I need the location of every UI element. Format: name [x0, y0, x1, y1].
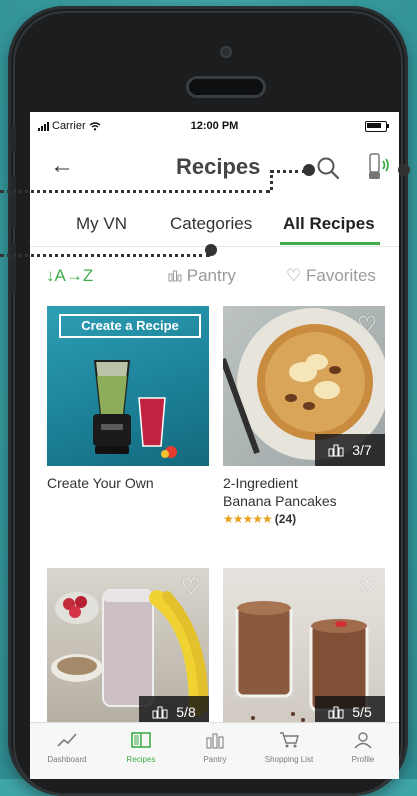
smoothie-image: ♡ 5/8 [47, 568, 209, 728]
callout-line-search-vertical [270, 170, 273, 190]
tabbar-shopping-list[interactable]: Shopping List [252, 731, 326, 764]
ingredient-count: 3/7 [352, 442, 372, 458]
tabbar-pantry-label: Pantry [203, 755, 227, 764]
filter-bar: ↓A→Z Pantry ♡ Favorites [30, 260, 399, 290]
recipe-rating: ★★★★★ (24) [223, 512, 385, 526]
tabbar-dashboard[interactable]: Dashboard [30, 731, 104, 764]
search-icon[interactable] [316, 156, 340, 180]
create-recipe-caption: Create Your Own [47, 475, 154, 491]
recipe-title-line2: Banana Pancakes [223, 493, 337, 509]
callout-dot-search [303, 164, 315, 176]
battery-icon [365, 121, 389, 132]
rating-count: (24) [274, 512, 297, 526]
mute-switch [10, 126, 16, 152]
favorite-heart-icon[interactable]: ♡ [181, 574, 201, 600]
nav-header: ← Recipes [30, 142, 399, 186]
recipe-tabs: My VN Categories All Recipes [30, 208, 399, 247]
book-icon [131, 732, 151, 748]
blender-illustration [93, 360, 177, 458]
front-camera [220, 46, 232, 58]
recipe-title-line1: 2-Ingredient [223, 475, 298, 491]
callout-dot-categories [205, 244, 217, 256]
app-screen: Carrier 12:00 PM ← Recipes My VN Categor… [30, 112, 399, 779]
ingredient-count-badge: 3/7 [315, 434, 385, 466]
pantry-icon [328, 706, 344, 719]
status-bar: Carrier 12:00 PM [30, 112, 399, 140]
tabbar-recipes-label: Recipes [126, 755, 156, 764]
ingredient-count: 5/5 [352, 704, 372, 720]
recipe-card-chocolate-smoothie[interactable]: ♡ 5/5 [223, 568, 385, 728]
bottom-tab-bar: Dashboard Recipes Pantry Shopping List P… [30, 722, 399, 779]
callout-dot-blender [398, 164, 410, 176]
volume-up-button [10, 176, 16, 228]
tabbar-recipes[interactable]: Recipes [104, 731, 178, 764]
volume-down-button [10, 242, 16, 294]
tabbar-dashboard-label: Dashboard [47, 755, 87, 764]
callout-line-categories [0, 254, 210, 257]
earpiece-speaker [186, 76, 266, 98]
banana-pancakes-image: ♡ 3/7 [223, 306, 385, 466]
pantry-icon [206, 733, 224, 749]
pantry-icon [152, 706, 168, 719]
favorite-heart-icon[interactable]: ♡ [357, 574, 377, 600]
tab-my-vn[interactable]: My VN [76, 214, 127, 234]
heart-outline-icon: ♡ [286, 266, 302, 285]
tabbar-profile-label: Profile [351, 755, 375, 764]
callout-line-search [0, 190, 270, 193]
tab-categories[interactable]: Categories [170, 214, 252, 234]
tab-all-recipes[interactable]: All Recipes [283, 214, 375, 234]
cart-icon [280, 732, 299, 748]
callout-line-search-horizontal [270, 170, 306, 173]
back-arrow-icon[interactable]: ← [50, 152, 74, 180]
chart-line-icon [57, 733, 77, 747]
pantry-filter-button[interactable]: Pantry [168, 266, 236, 286]
tabbar-pantry[interactable]: Pantry [178, 731, 252, 764]
star-rating-icon: ★★★★★ [223, 512, 273, 526]
pantry-icon [168, 270, 182, 282]
recipe-card-create[interactable]: Create a Recipe Create Your Own [47, 306, 209, 492]
active-tab-indicator [280, 242, 380, 245]
person-icon [354, 732, 372, 749]
favorites-filter-label: Favorites [305, 266, 376, 285]
favorite-heart-icon[interactable]: ♡ [357, 312, 377, 338]
pantry-icon [328, 444, 344, 457]
blender-connect-icon[interactable] [366, 152, 392, 182]
sort-az-button[interactable]: ↓A→Z [46, 266, 93, 286]
page-title: Recipes [176, 154, 261, 179]
ingredient-count: 5/8 [176, 704, 196, 720]
clock: 12:00 PM [190, 120, 239, 132]
recipe-caption: 2-Ingredient Banana Pancakes [223, 474, 385, 510]
create-recipe-image: Create a Recipe [47, 306, 209, 466]
favorites-filter-button[interactable]: ♡ Favorites [286, 266, 376, 286]
tabbar-shopping-list-label: Shopping List [264, 755, 314, 764]
recipe-card-banana-pancakes[interactable]: ♡ 3/7 2-Ingredient Banana Pancakes ★★★★★… [223, 306, 385, 526]
pantry-filter-label: Pantry [186, 266, 236, 285]
chocolate-smoothie-image: ♡ 5/5 [223, 568, 385, 728]
recipe-card-smoothie[interactable]: ♡ 5/8 [47, 568, 209, 728]
tabbar-profile[interactable]: Profile [326, 731, 399, 764]
